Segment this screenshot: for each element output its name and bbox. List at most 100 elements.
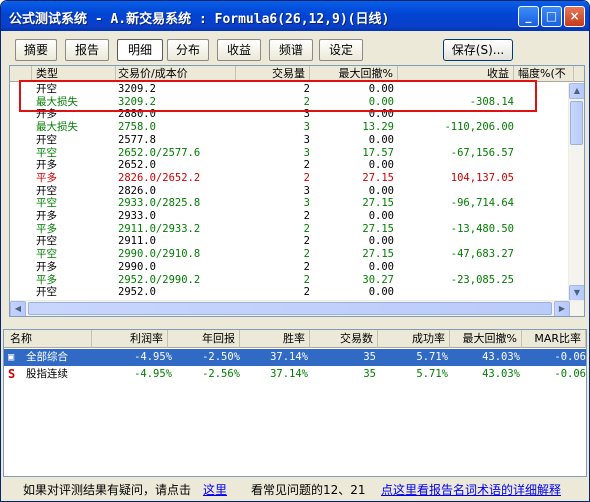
table-row[interactable]: 开空 2952.0 2 0.00 — [10, 286, 570, 299]
glossary-link[interactable]: 点这里看报告名词术语的详细解释 — [381, 479, 561, 501]
summary-win: 37.14% — [270, 351, 308, 363]
col-profit-rate[interactable]: 利润率 — [92, 330, 168, 348]
tab-distribution[interactable]: 分布 — [167, 39, 209, 61]
table-row[interactable]: 开空 2577.8 3 0.00 — [10, 134, 570, 147]
row-type: 开空 — [36, 286, 57, 299]
table-row[interactable]: 开空 2911.0 2 0.00 — [10, 235, 570, 248]
scroll-left-icon[interactable]: ◀ — [10, 301, 26, 316]
summary-annual: -2.50% — [202, 351, 240, 363]
maximize-button[interactable]: □ — [541, 6, 562, 27]
scroll-down-icon[interactable]: ▼ — [569, 285, 584, 301]
title-bar[interactable]: 公式测试系统 - A.新交易系统 : Formula6(26,12,9)(日线)… — [1, 1, 589, 31]
tab-spectrum[interactable]: 频谱 — [269, 39, 313, 61]
row-qty: 2 — [303, 273, 310, 286]
row-drawdown: 27.15 — [362, 171, 394, 184]
table-row[interactable]: 开多 2652.0 2 0.00 — [10, 159, 570, 172]
row-drawdown: 17.57 — [362, 146, 394, 159]
table-row[interactable]: 平多 2911.0/2933.2 2 27.15 -13,480.50 — [10, 223, 570, 236]
row-price: 2933.0/2825.8 — [118, 197, 201, 210]
row-qty: 2 — [303, 260, 310, 273]
row-type: 开多 — [36, 159, 57, 172]
summary-mar: -0.06 — [554, 368, 586, 380]
summary-annual: -2.56% — [202, 368, 240, 380]
row-price: 2826.0 — [118, 184, 156, 197]
col-win-rate[interactable]: 胜率 — [240, 330, 310, 348]
summary-row[interactable]: ▣ 全部综合 -4.95% -2.50% 37.14% 35 5.71% 43.03% -0.0… — [4, 349, 586, 366]
col-name[interactable]: 名称 — [4, 330, 92, 348]
row-profit: -47,683.27 — [450, 248, 514, 261]
row-drawdown: 27.15 — [362, 222, 394, 235]
row-qty: 2 — [303, 210, 310, 222]
tab-report[interactable]: 报告 — [65, 39, 109, 61]
save-button[interactable]: 保存(S)... — [443, 39, 513, 61]
horizontal-scrollbar[interactable]: ◀ ▶ — [10, 300, 584, 316]
row-price: 2758.0 — [118, 121, 156, 134]
row-drawdown: 0.00 — [368, 159, 394, 172]
row-type: 开多 — [36, 210, 57, 222]
table-row[interactable]: 开多 2933.0 2 0.00 — [10, 210, 570, 223]
row-qty: 2 — [303, 159, 310, 172]
row-type: 平空 — [36, 146, 57, 159]
minimize-button[interactable]: _ — [518, 6, 539, 27]
window-title: 公式测试系统 - A.新交易系统 : Formula6(26,12,9)(日线) — [9, 12, 390, 27]
row-drawdown: 0.00 — [368, 235, 394, 248]
summary-drawdown: 43.03% — [482, 368, 520, 380]
col-success-rate[interactable]: 成功率 — [378, 330, 450, 348]
vertical-scrollbar[interactable]: ▲ ▼ — [568, 83, 584, 301]
scroll-thumb-horizontal[interactable] — [28, 302, 552, 315]
row-drawdown: 27.15 — [362, 248, 394, 261]
table-row[interactable]: 最大损失 2758.0 3 13.29 -110,206.00 — [10, 121, 570, 134]
row-qty: 2 — [303, 248, 310, 261]
here-link[interactable]: 这里 — [203, 479, 227, 501]
col-annual-return[interactable]: 年回报 — [168, 330, 240, 348]
summary-row[interactable]: S 股指连续 -4.95% -2.56% 37.14% 35 5.71% 43.03% -0.0… — [4, 366, 586, 383]
row-qty: 3 — [303, 133, 310, 146]
row-drawdown: 0.00 — [368, 184, 394, 197]
col-max-drawdown[interactable]: 最大回撤% — [450, 330, 522, 348]
row-qty: 2 — [303, 235, 310, 248]
row-price: 2826.0/2652.2 — [118, 171, 201, 184]
summary-grid[interactable]: 名称 利润率 年回报 胜率 交易数 成功率 最大回撤% MAR比率 ▣ 全部综合 -… — [3, 329, 587, 477]
faq-text: 看常见问题的12、21 — [251, 483, 366, 497]
table-row[interactable]: 平空 2933.0/2825.8 3 27.15 -96,714.64 — [10, 197, 570, 210]
row-price: 2652.0 — [118, 159, 156, 172]
row-drawdown: 27.15 — [362, 197, 394, 210]
table-row[interactable]: 平多 2826.0/2652.2 2 27.15 104,137.05 — [10, 172, 570, 185]
row-qty: 3 — [303, 121, 310, 134]
table-row[interactable]: 开空 2826.0 3 0.00 — [10, 185, 570, 198]
summary-mar: -0.06 — [554, 351, 586, 363]
row-type: 平多 — [36, 273, 57, 286]
row-drawdown: 13.29 — [362, 121, 394, 134]
tab-summary[interactable]: 摘要 — [15, 39, 57, 61]
table-row[interactable]: 平空 2990.0/2910.8 2 27.15 -47,683.27 — [10, 248, 570, 261]
strategy-s-icon: S — [8, 367, 16, 381]
footer: 如果对评测结果有疑问，请点击 这里 看常见问题的12、21 点这里看报告名词术语… — [1, 479, 589, 501]
col-trades[interactable]: 交易数 — [310, 330, 378, 348]
tab-settings[interactable]: 设定 — [319, 39, 363, 61]
tab-returns[interactable]: 收益 — [217, 39, 261, 61]
scroll-right-icon[interactable]: ▶ — [554, 301, 570, 316]
row-qty: 3 — [303, 197, 310, 210]
tab-detail[interactable]: 明细 — [117, 39, 163, 61]
col-mar-ratio[interactable]: MAR比率 — [522, 330, 586, 348]
summary-success: 5.71% — [416, 351, 448, 363]
row-type: 平空 — [36, 248, 57, 261]
scroll-thumb[interactable] — [570, 101, 583, 145]
splitter[interactable] — [1, 319, 589, 329]
summary-success: 5.71% — [416, 368, 448, 380]
toolbar: 摘要 报告 明细 分布 收益 频谱 设定 保存(S)... — [1, 31, 589, 65]
summary-name: 股指连续 — [26, 368, 68, 380]
row-price: 2652.0/2577.6 — [118, 146, 201, 159]
summary-win: 37.14% — [270, 368, 308, 380]
row-profit: -110,206.00 — [444, 121, 514, 134]
scroll-up-icon[interactable]: ▲ — [569, 83, 584, 99]
close-button[interactable]: × — [564, 6, 585, 27]
row-type: 最大损失 — [36, 121, 78, 134]
row-price: 2577.8 — [118, 133, 156, 146]
table-row[interactable]: 开多 2990.0 2 0.00 — [10, 261, 570, 274]
table-row[interactable]: 平多 2952.0/2990.2 2 30.27 -23,085.25 — [10, 274, 570, 287]
summary-trades: 35 — [363, 368, 376, 380]
row-qty: 2 — [303, 286, 310, 299]
row-qty: 3 — [303, 184, 310, 197]
table-row[interactable]: 平空 2652.0/2577.6 3 17.57 -67,156.57 — [10, 147, 570, 160]
